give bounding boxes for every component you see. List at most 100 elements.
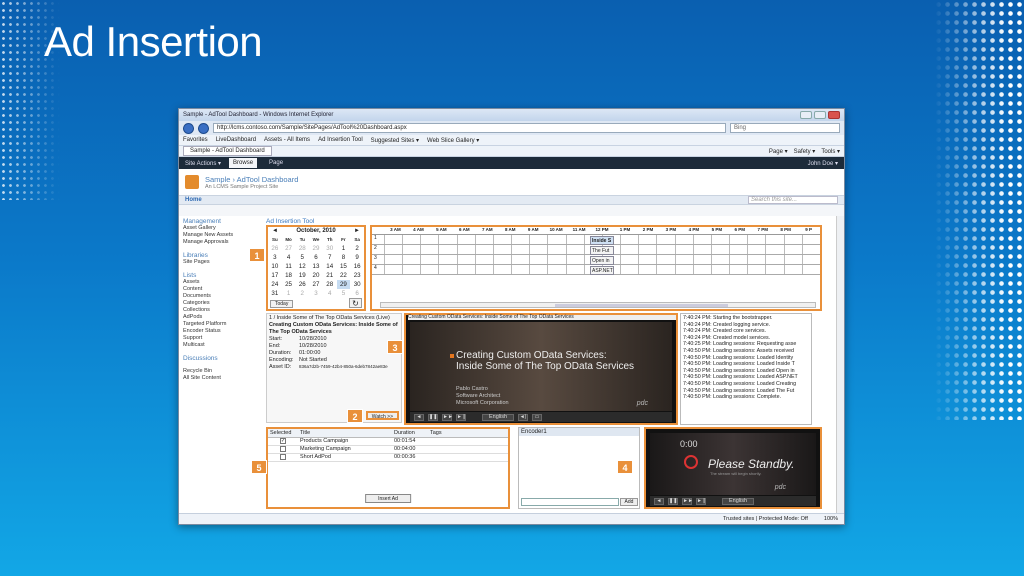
calendar-day[interactable]: 29 — [336, 280, 351, 289]
nav-item[interactable]: Documents — [183, 293, 263, 300]
user-menu[interactable]: John Doe ▾ — [808, 160, 838, 167]
calendar-day[interactable]: 20 — [309, 271, 323, 280]
timeline-cell[interactable] — [384, 235, 402, 244]
timeline-cell[interactable] — [783, 235, 802, 244]
nav-item[interactable]: Asset Gallery — [183, 225, 263, 232]
calendar-day[interactable]: 10 — [268, 262, 282, 271]
timeline-cell[interactable] — [729, 255, 747, 264]
calendar-day[interactable]: 31 — [268, 289, 282, 298]
timeline-cell[interactable] — [638, 235, 656, 244]
favorites-item[interactable]: Web Slice Gallery ▾ — [427, 137, 479, 144]
site-search-input[interactable]: Search this site... — [748, 196, 838, 204]
maximize-button[interactable] — [814, 111, 826, 119]
timeline-cell[interactable] — [692, 235, 711, 244]
timeline-cell[interactable] — [710, 235, 729, 244]
encoder-header[interactable]: Encoder1 — [519, 428, 639, 436]
clip-aspnet[interactable]: ASP.NET — [590, 266, 614, 275]
calendar-day[interactable]: 9 — [350, 253, 364, 262]
timeline-cell[interactable] — [729, 265, 747, 274]
timeline-cell[interactable] — [420, 235, 438, 244]
nav-heading[interactable]: Discussions — [183, 355, 263, 362]
timeline-cell[interactable] — [402, 235, 420, 244]
calendar-day[interactable]: 22 — [337, 271, 351, 280]
refresh-icon[interactable]: ↻ — [349, 298, 362, 308]
minimize-button[interactable] — [800, 111, 812, 119]
timeline-cell[interactable] — [674, 245, 693, 254]
nav-item-all-site-content[interactable]: All Site Content — [183, 375, 263, 382]
tools-menu[interactable]: Tools ▾ — [821, 148, 840, 155]
calendar-day[interactable]: 6 — [309, 253, 323, 262]
nav-item[interactable]: Multicast — [183, 342, 263, 349]
timeline-cell[interactable] — [384, 255, 402, 264]
timeline-cell[interactable] — [438, 235, 456, 244]
next-month-icon[interactable]: ► — [354, 228, 360, 234]
calendar-day[interactable]: 7 — [323, 253, 337, 262]
table-row[interactable]: ✓ Products Campaign 00:01:54 — [268, 437, 508, 446]
timeline-cell[interactable] — [565, 245, 584, 254]
table-row[interactable]: Short AdPod 00:00:36 — [268, 453, 508, 462]
timeline-cell[interactable] — [565, 255, 584, 264]
timeline-cell[interactable] — [402, 245, 420, 254]
site-actions-menu[interactable]: Site Actions ▾ — [185, 160, 221, 167]
timeline-cell[interactable] — [765, 235, 783, 244]
calendar-day[interactable]: 26 — [295, 280, 309, 289]
calendar-day[interactable]: 12 — [295, 262, 309, 271]
timeline-cell[interactable] — [783, 245, 802, 254]
timeline-cell[interactable] — [801, 255, 820, 264]
calendar-day[interactable]: 19 — [295, 271, 309, 280]
calendar-day[interactable]: 16 — [350, 262, 364, 271]
page-menu[interactable]: Page ▾ — [769, 148, 788, 155]
timeline-cell[interactable] — [384, 265, 402, 274]
calendar-day[interactable]: 2 — [350, 244, 364, 253]
favorites-item[interactable]: Suggested Sites ▾ — [371, 137, 419, 144]
timeline-cell[interactable] — [801, 245, 820, 254]
timeline-cell[interactable] — [547, 265, 565, 274]
timeline-cell[interactable] — [656, 265, 674, 274]
nav-item[interactable]: Manage New Assets — [183, 232, 263, 239]
timeline-cell[interactable] — [620, 255, 638, 264]
timeline-cell[interactable] — [638, 265, 656, 274]
fast-forward-icon[interactable]: ►► — [682, 497, 693, 505]
timeline-cell[interactable] — [529, 255, 547, 264]
url-input[interactable]: http://lcms.contoso.com/Sample/SitePages… — [213, 123, 726, 133]
favorites-item[interactable]: LiveDashboard — [216, 137, 256, 143]
timeline-cell[interactable] — [438, 265, 456, 274]
add-button[interactable]: Add — [620, 498, 638, 506]
calendar-day[interactable]: 15 — [337, 262, 351, 271]
timeline-cell[interactable] — [656, 245, 674, 254]
timeline-cell[interactable] — [529, 265, 547, 274]
nav-item[interactable]: Content — [183, 286, 263, 293]
timeline-cell[interactable] — [747, 245, 765, 254]
timeline-cell[interactable] — [547, 255, 565, 264]
timeline-cell[interactable] — [565, 265, 584, 274]
timeline-cell[interactable] — [747, 235, 765, 244]
timeline-cell[interactable] — [456, 245, 475, 254]
timeline-cell[interactable] — [620, 235, 638, 244]
home-link[interactable]: Home — [185, 197, 202, 203]
timeline-cell[interactable] — [674, 265, 693, 274]
zoom-level[interactable]: 100% — [824, 516, 838, 522]
insert-ad-button[interactable]: Insert Ad — [365, 494, 411, 503]
calendar-day[interactable]: 1 — [282, 289, 296, 298]
timeline-cell[interactable] — [384, 245, 402, 254]
timeline-cell[interactable] — [420, 265, 438, 274]
rewind-icon[interactable]: ◄ — [414, 413, 424, 421]
timeline-cell[interactable] — [492, 265, 511, 274]
calendar-day[interactable]: 5 — [337, 289, 351, 298]
favorites-item[interactable]: Ad Insertion Tool — [318, 137, 363, 143]
timeline-cell[interactable] — [729, 245, 747, 254]
timeline-cell[interactable] — [801, 235, 820, 244]
calendar-day[interactable]: 5 — [295, 253, 309, 262]
skip-icon[interactable]: ►❙ — [456, 413, 466, 421]
prev-month-icon[interactable]: ◄ — [272, 228, 278, 234]
volume-icon[interactable]: ◄) — [518, 413, 529, 421]
timeline-cell[interactable] — [638, 255, 656, 264]
timeline-cell[interactable] — [456, 235, 475, 244]
timeline-cell[interactable] — [492, 235, 511, 244]
nav-heading[interactable]: Lists — [183, 272, 263, 279]
timeline-cell[interactable] — [801, 265, 820, 274]
calendar-day[interactable]: 28 — [295, 244, 309, 253]
timeline-cell[interactable] — [692, 255, 711, 264]
calendar-day[interactable]: 30 — [350, 280, 364, 289]
timeline-cell[interactable] — [765, 255, 783, 264]
